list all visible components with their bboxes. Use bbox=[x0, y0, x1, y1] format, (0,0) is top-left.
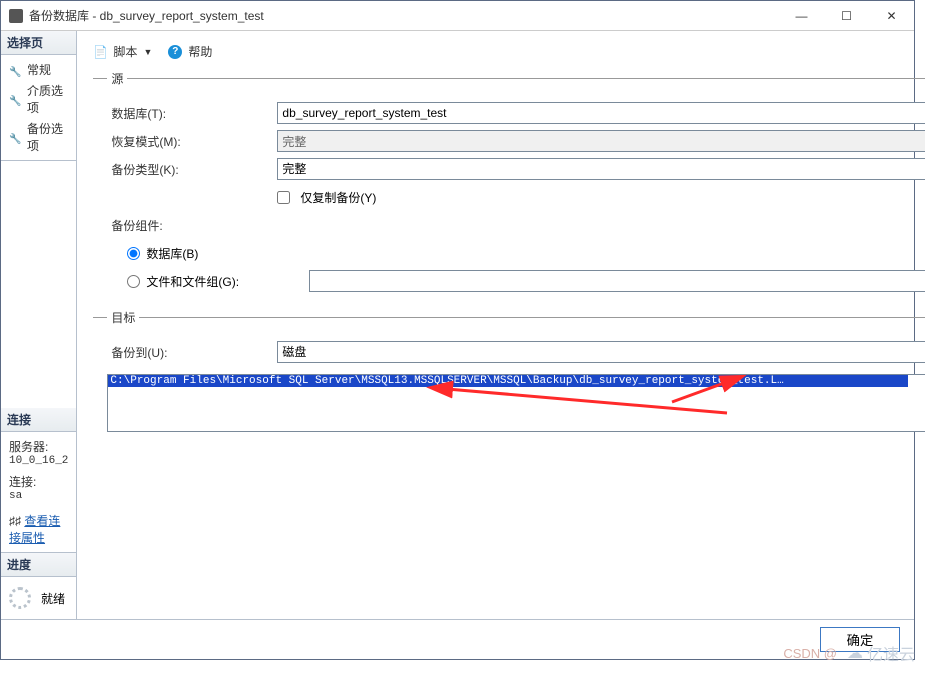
component-database-radio[interactable] bbox=[127, 247, 140, 260]
progress-section: 进度 就绪 bbox=[1, 553, 76, 619]
script-button[interactable]: 脚本 bbox=[113, 43, 137, 60]
recovery-field bbox=[277, 130, 925, 152]
progress-spinner-icon bbox=[9, 587, 31, 609]
filegroups-field[interactable] bbox=[309, 270, 925, 292]
window-title: 备份数据库 - db_survey_report_system_test bbox=[29, 7, 779, 24]
recovery-label: 恢复模式(M): bbox=[107, 133, 277, 150]
sidebar: 选择页 常规 介质选项 备份选项 bbox=[1, 31, 77, 619]
titlebar: 备份数据库 - db_survey_report_system_test — ☐… bbox=[1, 1, 914, 31]
sidebar-item-general[interactable]: 常规 bbox=[1, 59, 76, 80]
close-button[interactable]: ✕ bbox=[869, 1, 914, 30]
destination-list-row: C:\Program Files\Microsoft SQL Server\MS… bbox=[107, 374, 925, 468]
progress-row: 就绪 bbox=[1, 577, 76, 619]
view-connection-row: ♯♯ 查看连接属性 bbox=[9, 512, 68, 546]
sidebar-item-backup-options[interactable]: 备份选项 bbox=[1, 118, 76, 156]
backup-component-label: 备份组件: bbox=[107, 217, 277, 234]
copy-only-label: 仅复制备份(Y) bbox=[300, 189, 376, 206]
connection-section: 连接 服务器: 10_0_16_2 连接: sa ♯♯ 查看连接属性 bbox=[1, 408, 76, 553]
conn-label: 连接: bbox=[9, 473, 68, 490]
cloud-icon: ☁ bbox=[847, 643, 863, 663]
minimize-button[interactable]: — bbox=[779, 1, 824, 30]
component-files-row: 文件和文件组(G): … bbox=[107, 269, 925, 293]
sidebar-item-label: 介质选项 bbox=[27, 82, 68, 116]
component-files-label: 文件和文件组(G): bbox=[146, 273, 239, 290]
backup-to-row: 备份到(U): 磁盘 bbox=[107, 340, 925, 364]
copy-only-row: 仅复制备份(Y) bbox=[107, 185, 925, 209]
database-icon bbox=[9, 9, 23, 23]
footer: 确定 bbox=[1, 619, 914, 659]
main-panel: 📄 脚本 ▼ ? 帮助 源 数据库(T): db_survey_report_s… bbox=[77, 31, 925, 619]
database-label: 数据库(T): bbox=[107, 105, 277, 122]
maximize-button[interactable]: ☐ bbox=[824, 1, 869, 30]
select-page-section: 选择页 常规 介质选项 备份选项 bbox=[1, 31, 76, 161]
sidebar-item-label: 备份选项 bbox=[27, 120, 68, 154]
component-db-row: 数据库(B) bbox=[107, 241, 925, 265]
window-buttons: — ☐ ✕ bbox=[779, 1, 914, 30]
destination-path-item[interactable]: C:\Program Files\Microsoft SQL Server\MS… bbox=[108, 375, 908, 387]
component-files-radio[interactable] bbox=[127, 275, 140, 288]
dialog-client: 选择页 常规 介质选项 备份选项 bbox=[1, 31, 914, 619]
backup-to-label: 备份到(U): bbox=[107, 344, 277, 361]
progress-status: 就绪 bbox=[41, 590, 65, 607]
help-icon: ? bbox=[168, 45, 182, 59]
wrench-icon bbox=[9, 64, 21, 76]
progress-header: 进度 bbox=[1, 553, 76, 577]
wrench-icon bbox=[9, 131, 21, 143]
select-page-items: 常规 介质选项 备份选项 bbox=[1, 55, 76, 160]
database-combo[interactable]: db_survey_report_system_test bbox=[277, 102, 925, 124]
destination-list[interactable]: C:\Program Files\Microsoft SQL Server\MS… bbox=[107, 374, 925, 432]
source-group: 源 数据库(T): db_survey_report_system_test 恢… bbox=[93, 70, 925, 297]
script-icon: 📄 bbox=[93, 45, 107, 59]
server-value: 10_0_16_2 bbox=[9, 455, 68, 467]
database-row: 数据库(T): db_survey_report_system_test bbox=[107, 101, 925, 125]
toolbar: 📄 脚本 ▼ ? 帮助 bbox=[93, 43, 925, 70]
backup-type-label: 备份类型(K): bbox=[107, 161, 277, 178]
destination-legend: 目标 bbox=[107, 309, 139, 326]
component-database-label: 数据库(B) bbox=[146, 245, 198, 262]
dialog-window: 备份数据库 - db_survey_report_system_test — ☐… bbox=[0, 0, 915, 660]
backup-to-combo[interactable]: 磁盘 bbox=[277, 341, 925, 363]
destination-group: 目标 备份到(U): 磁盘 C:\Program Files\Microsoft… bbox=[93, 309, 925, 468]
script-dropdown-caret-icon[interactable]: ▼ bbox=[143, 47, 152, 57]
connection-header: 连接 bbox=[1, 408, 76, 432]
help-button[interactable]: 帮助 bbox=[188, 43, 212, 60]
select-page-header: 选择页 bbox=[1, 31, 76, 55]
backup-type-row: 备份类型(K): 完整 bbox=[107, 157, 925, 181]
backup-component-label-row: 备份组件: bbox=[107, 213, 925, 237]
watermark: CSDN @ ☁ 亿速云 bbox=[783, 641, 915, 665]
wrench-icon bbox=[9, 93, 21, 105]
recovery-row: 恢复模式(M): bbox=[107, 129, 925, 153]
sidebar-item-media-options[interactable]: 介质选项 bbox=[1, 80, 76, 118]
watermark-brand: 亿速云 bbox=[867, 641, 915, 665]
connection-icon: ♯♯ bbox=[9, 514, 24, 528]
sidebar-item-label: 常规 bbox=[27, 61, 51, 78]
source-legend: 源 bbox=[107, 70, 127, 87]
server-label: 服务器: bbox=[9, 438, 68, 455]
sidebar-spacer bbox=[1, 161, 76, 408]
watermark-csdn: CSDN @ bbox=[783, 646, 837, 661]
conn-value: sa bbox=[9, 490, 68, 502]
copy-only-checkbox[interactable] bbox=[277, 191, 290, 204]
connection-block: 服务器: 10_0_16_2 连接: sa ♯♯ 查看连接属性 bbox=[1, 432, 76, 552]
backup-type-combo[interactable]: 完整 bbox=[277, 158, 925, 180]
